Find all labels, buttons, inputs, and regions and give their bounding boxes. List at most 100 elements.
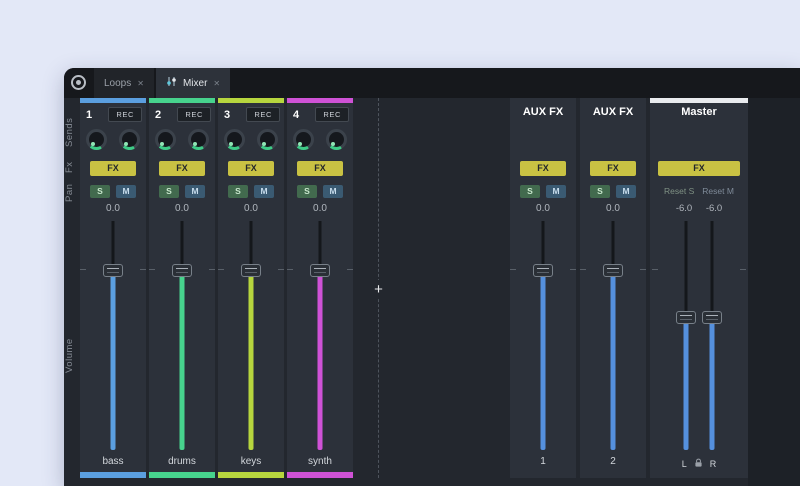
fader-tick bbox=[640, 269, 646, 270]
channel-name: synth bbox=[308, 456, 332, 467]
daw-window: Loops ✕ Mixer ✕ Sends Fx Pan Volume 1 RE… bbox=[64, 68, 800, 486]
volume-value: 0.0 bbox=[175, 203, 189, 214]
send-knob-1[interactable] bbox=[86, 128, 107, 150]
master-label-right: R bbox=[709, 459, 717, 469]
send-knob-2[interactable] bbox=[119, 128, 140, 150]
channel-strips: 1 REC FX S M 0.0 bass 2 REC FX S M 0.0 d… bbox=[80, 98, 353, 478]
channel-number: 3 bbox=[224, 108, 231, 121]
fader-handle[interactable] bbox=[241, 264, 261, 277]
send-knob-2[interactable] bbox=[257, 128, 278, 150]
solo-button[interactable]: S bbox=[297, 184, 317, 198]
record-arm-button[interactable]: REC bbox=[315, 107, 349, 122]
fx-button[interactable]: FX bbox=[90, 160, 136, 176]
master-values: -6.0 -6.0 bbox=[650, 201, 748, 219]
close-icon[interactable]: ✕ bbox=[213, 79, 220, 88]
solo-button[interactable]: S bbox=[520, 184, 540, 198]
volume-value: 0.0 bbox=[313, 203, 327, 214]
volume-fader[interactable] bbox=[149, 219, 215, 456]
aux-name: 1 bbox=[540, 456, 546, 467]
tab-label: Mixer bbox=[182, 77, 208, 89]
fader-tick bbox=[347, 269, 353, 270]
fx-button[interactable]: FX bbox=[228, 160, 274, 176]
mute-button[interactable]: M bbox=[254, 184, 274, 198]
tab-loops[interactable]: Loops ✕ bbox=[94, 68, 154, 98]
fader-fill bbox=[610, 270, 616, 450]
mute-button[interactable]: M bbox=[546, 184, 566, 198]
volume-fader[interactable] bbox=[80, 219, 146, 456]
channel-color-strip-bottom bbox=[149, 472, 215, 478]
fader-handle[interactable] bbox=[533, 264, 553, 277]
close-icon[interactable]: ✕ bbox=[137, 79, 144, 88]
record-arm-button[interactable]: REC bbox=[108, 107, 142, 122]
send-knob-1[interactable] bbox=[224, 128, 245, 150]
send-knob-2[interactable] bbox=[188, 128, 209, 150]
channel-color-strip-bottom bbox=[80, 472, 146, 478]
tab-mixer[interactable]: Mixer ✕ bbox=[155, 68, 231, 98]
volume-fader[interactable] bbox=[510, 219, 576, 456]
mute-button[interactable]: M bbox=[185, 184, 205, 198]
solo-button[interactable]: S bbox=[90, 184, 110, 198]
master-value-left: -6.0 bbox=[675, 203, 693, 214]
volume-fader[interactable] bbox=[218, 219, 284, 456]
record-arm-button[interactable]: REC bbox=[246, 107, 280, 122]
aux-channel-1: AUX FX FX S M 0.0 1 bbox=[510, 98, 576, 478]
channel-header: 4 REC bbox=[287, 103, 353, 123]
fx-button[interactable]: FX bbox=[590, 160, 636, 176]
channel-name: keys bbox=[240, 456, 262, 467]
aux-title: AUX FX bbox=[592, 106, 634, 118]
channel-header: 3 REC bbox=[218, 103, 284, 123]
link-lock-icon[interactable] bbox=[694, 458, 703, 470]
solo-button[interactable]: S bbox=[159, 184, 179, 198]
fx-button[interactable]: FX bbox=[520, 160, 566, 176]
rail-label-pan: Pan bbox=[64, 183, 75, 203]
volume-fader[interactable] bbox=[580, 219, 646, 456]
fader-tick bbox=[209, 269, 215, 270]
solo-button[interactable]: S bbox=[228, 184, 248, 198]
reset-mute-button[interactable]: Reset M bbox=[702, 186, 734, 196]
fx-button[interactable]: FX bbox=[658, 160, 740, 176]
solo-button[interactable]: S bbox=[590, 184, 610, 198]
master-color-strip bbox=[650, 98, 748, 103]
volume-value: 0.0 bbox=[244, 203, 258, 214]
master-fader-left[interactable] bbox=[673, 219, 699, 456]
fader-handle[interactable] bbox=[603, 264, 623, 277]
master-value-right: -6.0 bbox=[705, 203, 723, 214]
fader-handle[interactable] bbox=[103, 264, 123, 277]
fader-tick bbox=[652, 269, 658, 270]
channel-number: 1 bbox=[86, 108, 93, 121]
fx-button[interactable]: FX bbox=[159, 160, 205, 176]
master-channel: Master FX Reset S Reset M -6.0 -6.0 L R bbox=[650, 98, 748, 478]
channel-strip-keys: 3 REC FX S M 0.0 keys bbox=[218, 98, 284, 478]
send-knob-1[interactable] bbox=[155, 128, 176, 150]
master-fader-handle-left[interactable] bbox=[676, 311, 696, 324]
master-fader-right[interactable] bbox=[699, 219, 725, 456]
fx-button[interactable]: FX bbox=[297, 160, 343, 176]
channel-strip-bass: 1 REC FX S M 0.0 bass bbox=[80, 98, 146, 478]
fader-tick bbox=[740, 269, 746, 270]
volume-value: 0.0 bbox=[606, 203, 620, 214]
channel-color-strip-bottom bbox=[287, 472, 353, 478]
mute-button[interactable]: M bbox=[616, 184, 636, 198]
record-arm-button[interactable]: REC bbox=[177, 107, 211, 122]
volume-value: 0.0 bbox=[536, 203, 550, 214]
mute-button[interactable]: M bbox=[323, 184, 343, 198]
fader-handle[interactable] bbox=[310, 264, 330, 277]
master-fader-handle-right[interactable] bbox=[702, 311, 722, 324]
fader-handle[interactable] bbox=[172, 264, 192, 277]
channel-number: 2 bbox=[155, 108, 162, 121]
add-channel-button[interactable]: + bbox=[369, 280, 388, 299]
fader-tick bbox=[570, 269, 576, 270]
master-fader-area[interactable] bbox=[650, 219, 748, 456]
reset-solo-button[interactable]: Reset S bbox=[664, 186, 694, 196]
volume-fader[interactable] bbox=[287, 219, 353, 456]
master-lr-row: L R bbox=[650, 456, 748, 472]
send-knob-1[interactable] bbox=[293, 128, 314, 150]
rail-label-sends: Sends bbox=[64, 117, 75, 147]
send-knob-2[interactable] bbox=[326, 128, 347, 150]
app-logo-icon[interactable] bbox=[71, 75, 86, 90]
mute-button[interactable]: M bbox=[116, 184, 136, 198]
